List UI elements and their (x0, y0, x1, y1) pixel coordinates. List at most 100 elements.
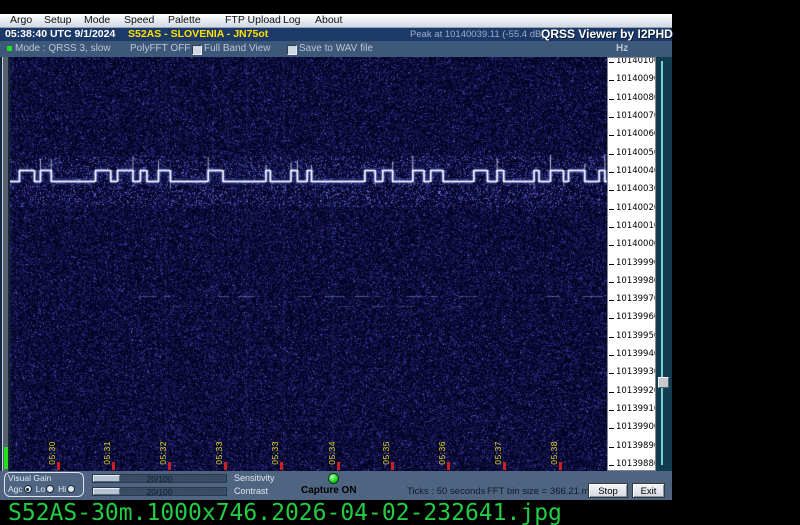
menu-item-log[interactable]: Log (283, 14, 301, 27)
time-tick-mark (168, 462, 171, 470)
menu-item-argo[interactable]: Argo (10, 14, 32, 27)
freq-label: 10140070 (608, 111, 655, 121)
time-tick-mark (391, 462, 394, 470)
menu-bar: Argo Setup Mode Speed Palette FTP UploadLog Ab… (0, 14, 672, 28)
polyfft-label[interactable]: PolyFFT OFF (130, 41, 190, 57)
freq-label: 10139930 (608, 367, 655, 377)
freq-label: 10140030 (608, 184, 655, 194)
utc-datetime: 05:38:40 UTC 9/1/2024 (5, 28, 115, 41)
freq-label: 10140090 (608, 74, 655, 84)
control-bar: Visual Gain Agc Lo Hi 20/100 20/100 Sensit… (0, 471, 672, 500)
status-led-icon (7, 46, 12, 51)
freq-label: 10139980 (608, 276, 655, 286)
save-wav-checkbox[interactable] (287, 45, 297, 55)
radio-hi[interactable] (67, 485, 75, 493)
freq-unit-label: Hz (616, 41, 628, 57)
time-tick-mark (112, 462, 115, 470)
radio-lo[interactable] (46, 485, 54, 493)
visual-gain-label: Visual Gain (8, 473, 51, 483)
freq-label: 10140020 (608, 203, 655, 213)
capture-led-icon (328, 473, 339, 484)
time-tick-mark (503, 462, 506, 470)
scrollbar-thumb[interactable] (658, 377, 669, 388)
level-meter (2, 57, 9, 471)
freq-label: 10140100 (608, 57, 655, 66)
time-tick-mark (447, 462, 450, 470)
freq-label: 10139970 (608, 294, 655, 304)
visual-gain-radios: Agc Lo Hi (8, 484, 79, 494)
freq-label: 10139960 (608, 312, 655, 322)
radio-label-hi: Hi (58, 484, 66, 494)
freq-label: 10139940 (608, 349, 655, 359)
frequency-scale: 10140100 10140090 10140080 10140070 10140060… (607, 57, 656, 471)
stop-button[interactable]: Stop (588, 483, 628, 498)
screen: Argo Setup Mode Speed Palette FTP UploadLog Ab… (0, 0, 800, 525)
contrast-label: Contrast (234, 486, 268, 496)
freq-label: 10140010 (608, 221, 655, 231)
ticks-info: Ticks : 50 seconds (407, 486, 485, 497)
menu-item-ftp-upload[interactable]: FTP Upload (225, 14, 281, 27)
freq-label: 10139890 (608, 441, 655, 451)
radio-label-agc: Agc (8, 484, 23, 494)
capture-filename: S52AS-30m.1000x746.2026-04-02-232641.jpg (8, 500, 562, 525)
capture-status-label[interactable]: Capture ON (301, 485, 357, 496)
time-tick-label: 05:32 (158, 441, 168, 465)
freq-label: 10139900 (608, 422, 655, 432)
fft-bin-info: FFT bin size = 366.21 mHz (487, 486, 601, 497)
freq-label: 10140080 (608, 93, 655, 103)
app-title: QRSS Viewer by I2PHD (541, 28, 673, 41)
full-band-view-label: Full Band View (204, 41, 271, 57)
contrast-value: 20/100 (93, 488, 226, 496)
contrast-slider[interactable]: 20/100 (92, 487, 227, 496)
freq-label: 10139950 (608, 331, 655, 341)
sensitivity-label: Sensitivity (234, 473, 275, 483)
time-tick-mark (280, 462, 283, 470)
sensitivity-value: 20/100 (93, 475, 226, 483)
menu-item-setup[interactable]: Setup (44, 14, 71, 27)
time-tick-label: 05:37 (493, 441, 503, 465)
freq-label: 10139910 (608, 404, 655, 414)
waterfall-canvas (10, 57, 607, 471)
menu-item-speed[interactable]: Speed (124, 14, 154, 27)
radio-agc[interactable] (24, 485, 32, 493)
radio-label-lo: Lo (36, 484, 45, 494)
freq-label: 10140000 (608, 239, 655, 249)
freq-label: 10140050 (608, 148, 655, 158)
freq-label: 10139880 (608, 459, 655, 469)
time-tick-mark (559, 462, 562, 470)
waterfall-display: 05:30 05:31 05:32 05:33 05:33 05:34 05:35 05:36… (10, 57, 607, 471)
title-bar: 05:38:40 UTC 9/1/2024 S52AS - SLOVENIA -… (0, 28, 672, 41)
time-tick-label: 05:34 (327, 441, 337, 465)
time-tick-mark (224, 462, 227, 470)
scrollbar-track-line (661, 61, 663, 465)
sensitivity-slider[interactable]: 20/100 (92, 474, 227, 483)
time-tick-label: 05:35 (381, 441, 391, 465)
level-meter-bar (4, 447, 8, 469)
time-tick-mark (57, 462, 60, 470)
freq-label: 10140060 (608, 129, 655, 139)
menu-item-about[interactable]: About (315, 14, 342, 27)
station-callsign: S52AS - SLOVENIA - JN75ot (128, 28, 268, 41)
time-tick-label: 05:33 (214, 441, 224, 465)
time-tick-label: 05:38 (549, 441, 559, 465)
main-area: 05:30 05:31 05:32 05:33 05:33 05:34 05:35 05:36… (0, 57, 672, 471)
option-toolbar: Mode : QRSS 3, slow PolyFFT OFF Full Ban… (0, 41, 672, 57)
full-band-view-checkbox[interactable] (192, 45, 202, 55)
mode-label: Mode : QRSS 3, slow (15, 41, 111, 57)
freq-label: 10140040 (608, 166, 655, 176)
time-tick-label: 05:36 (437, 441, 447, 465)
visual-gain-group: Visual Gain Agc Lo Hi (4, 472, 84, 497)
time-tick-label: 05:33 (270, 441, 280, 465)
argo-app-window: Argo Setup Mode Speed Palette FTP UploadLog Ab… (0, 14, 672, 500)
peak-readout: Peak at 10140039.11 (-55.4 dB) (410, 28, 545, 41)
freq-label: 10139920 (608, 386, 655, 396)
time-tick-label: 05:31 (102, 441, 112, 465)
save-wav-label: Save to WAV file (299, 41, 373, 57)
freq-label: 10139990 (608, 258, 655, 268)
frequency-scrollbar[interactable] (656, 57, 672, 471)
menu-item-mode[interactable]: Mode (84, 14, 110, 27)
time-tick-mark (337, 462, 340, 470)
exit-button[interactable]: Exit (632, 483, 665, 498)
time-tick-label: 05:30 (47, 441, 57, 465)
menu-item-palette[interactable]: Palette (168, 14, 201, 27)
